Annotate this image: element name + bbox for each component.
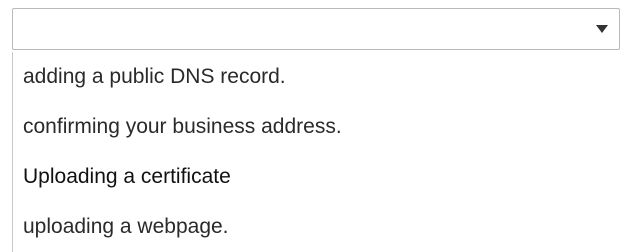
dropdown-options-list: adding a public DNS record. confirming y… xyxy=(12,52,620,252)
answer-dropdown: adding a public DNS record. confirming y… xyxy=(0,0,625,252)
dropdown-option-dns-record[interactable]: adding a public DNS record. xyxy=(13,52,620,102)
dropdown-option-certificate[interactable]: Uploading a certificate xyxy=(13,152,620,202)
dropdown-option-business-address[interactable]: confirming your business address. xyxy=(13,102,620,152)
chevron-down-icon xyxy=(596,25,608,33)
dropdown-toggle-button[interactable] xyxy=(585,9,619,49)
dropdown-option-webpage[interactable]: uploading a webpage. xyxy=(13,202,620,252)
dropdown-select[interactable] xyxy=(12,8,620,50)
